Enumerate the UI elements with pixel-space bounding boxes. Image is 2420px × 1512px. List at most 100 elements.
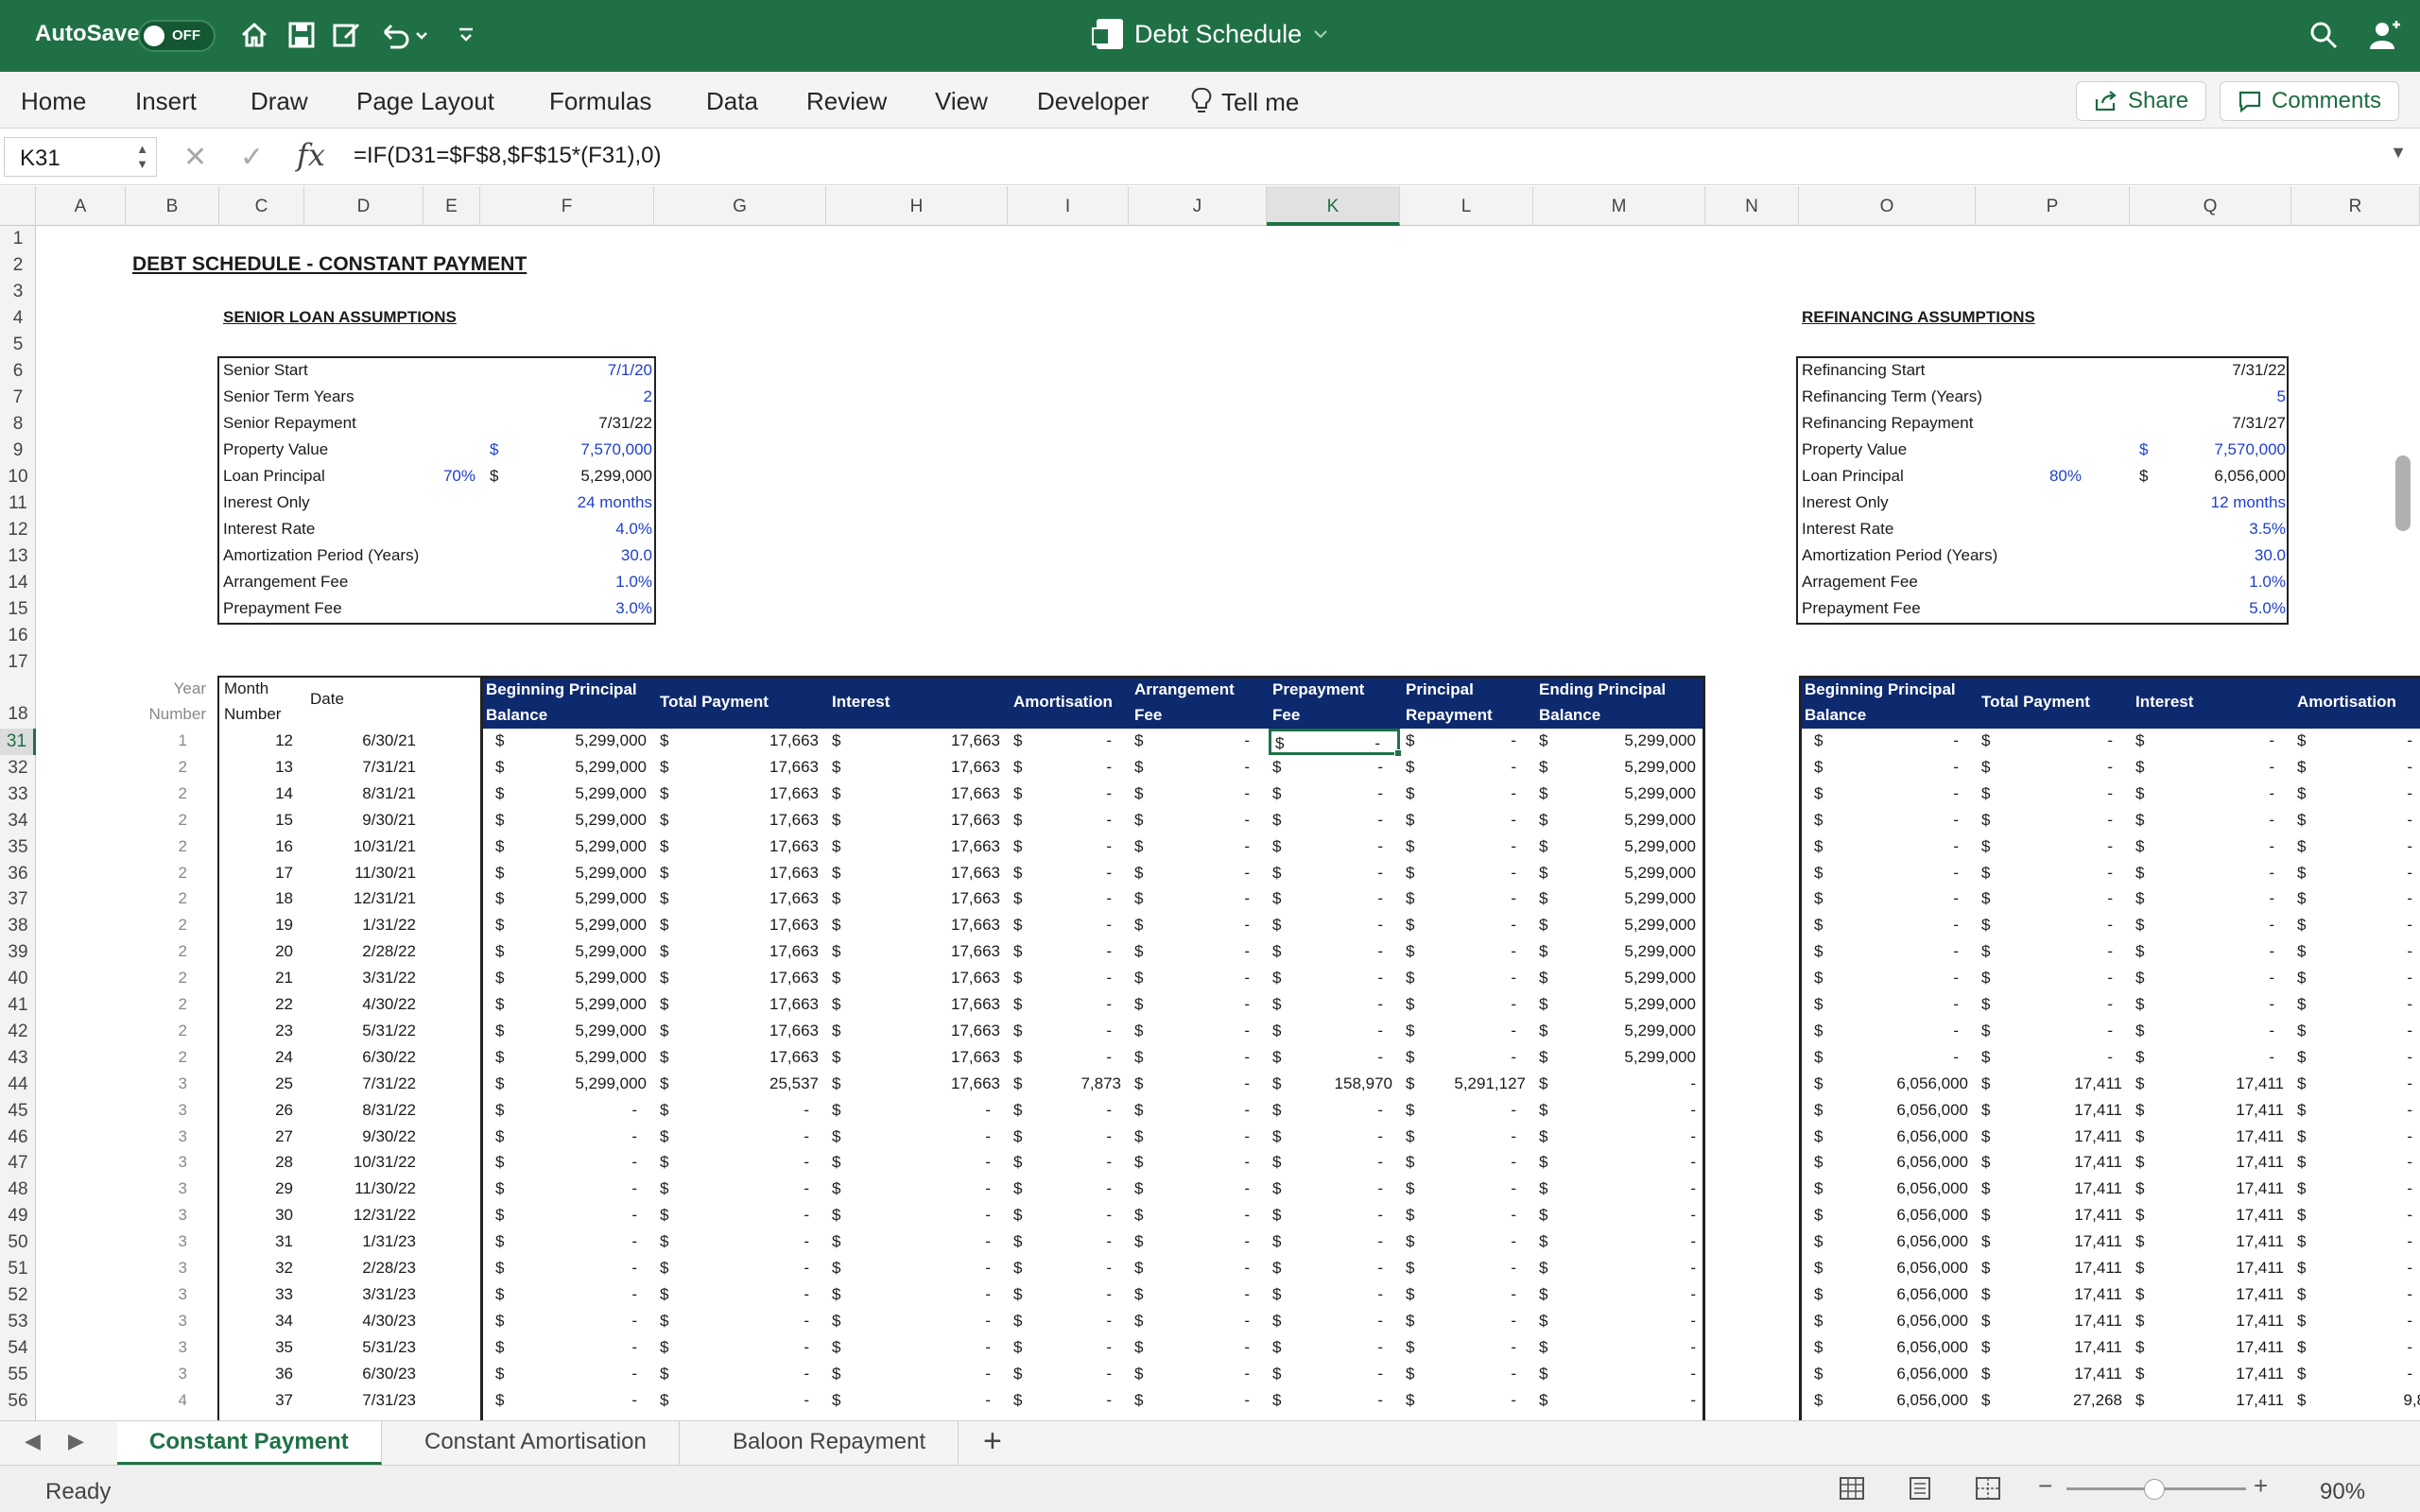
- tab-review[interactable]: Review: [806, 87, 887, 116]
- senior-cell-g[interactable]: $ -: [656, 1125, 826, 1151]
- refi-cell-q[interactable]: $ -: [2132, 992, 2291, 1019]
- row-header-15[interactable]: 15: [0, 596, 36, 623]
- year-cell[interactable]: 3: [126, 1335, 187, 1360]
- senior-cell-j[interactable]: $ -: [1131, 1125, 1267, 1151]
- senior-cell-f[interactable]: $5,299,000: [492, 861, 654, 887]
- senior-cell-l[interactable]: $ -: [1402, 1098, 1533, 1125]
- senior-cell-k[interactable]: $ -: [1269, 1203, 1400, 1229]
- insert-function-icon[interactable]: fx: [297, 137, 325, 173]
- date-cell[interactable]: 7/31/23: [304, 1388, 416, 1413]
- senior-cell-f[interactable]: $5,299,000: [492, 1045, 654, 1072]
- sheet-tab-constant-amortisation[interactable]: Constant Amortisation: [392, 1421, 680, 1465]
- sheet-tab-baloon-repayment[interactable]: Baloon Repayment: [700, 1421, 959, 1465]
- row-header-43[interactable]: 43: [0, 1045, 36, 1072]
- tell-me[interactable]: Tell me: [1191, 87, 1299, 117]
- save-icon[interactable]: [284, 17, 320, 53]
- month-cell[interactable]: 36: [219, 1362, 293, 1386]
- senior-cell-l[interactable]: $5,291,127: [1402, 1072, 1533, 1098]
- column-header-g[interactable]: G: [654, 186, 826, 226]
- row-header-51[interactable]: 51: [0, 1256, 36, 1282]
- senior-value[interactable]: 30.0: [501, 543, 652, 568]
- date-cell[interactable]: 6/30/22: [304, 1045, 416, 1070]
- refi-cell-q[interactable]: $17,411: [2132, 1282, 2291, 1309]
- edit-icon[interactable]: [329, 17, 365, 53]
- month-cell[interactable]: 23: [219, 1019, 293, 1043]
- name-box-stepper-icon[interactable]: ▲ ▼: [136, 142, 148, 172]
- row-header-11[interactable]: 11: [0, 490, 36, 517]
- month-cell[interactable]: 27: [219, 1125, 293, 1149]
- row-header-6[interactable]: 6: [0, 358, 36, 385]
- senior-cell-i[interactable]: $ -: [1010, 1203, 1129, 1229]
- refi-cell-r[interactable]: $ -: [2293, 1045, 2420, 1072]
- senior-cell-k[interactable]: $ -: [1269, 1229, 1400, 1256]
- senior-cell-m[interactable]: $5,299,000: [1535, 1019, 1705, 1045]
- refi-cell-r[interactable]: $ -: [2293, 808, 2420, 834]
- row-header-10[interactable]: 10: [0, 464, 36, 490]
- month-cell[interactable]: 37: [219, 1388, 293, 1413]
- refi-cell-q[interactable]: $ -: [2132, 755, 2291, 782]
- row-header-44[interactable]: 44: [0, 1072, 36, 1098]
- senior-cell-l[interactable]: $ -: [1402, 966, 1533, 992]
- zoom-in-icon[interactable]: +: [2254, 1471, 2268, 1501]
- senior-cell-g[interactable]: $17,663: [656, 966, 826, 992]
- senior-cell-k[interactable]: $158,970: [1269, 1072, 1400, 1098]
- month-cell[interactable]: 12: [219, 729, 293, 753]
- senior-cell-i[interactable]: $ -: [1010, 1229, 1129, 1256]
- senior-pct[interactable]: 70%: [419, 464, 475, 489]
- month-cell[interactable]: 28: [219, 1150, 293, 1175]
- autosave-toggle[interactable]: OFF: [138, 20, 216, 52]
- month-cell[interactable]: 14: [219, 782, 293, 806]
- senior-cell-h[interactable]: $17,663: [828, 808, 1008, 834]
- refi-cell-p[interactable]: $17,411: [1978, 1282, 2130, 1309]
- senior-cell-f[interactable]: $ -: [492, 1282, 654, 1309]
- refi-cell-q[interactable]: $17,411: [2132, 1072, 2291, 1098]
- date-cell[interactable]: 2/28/22: [304, 939, 416, 964]
- column-header-p[interactable]: P: [1976, 186, 2130, 226]
- senior-cell-i[interactable]: $ -: [1010, 1019, 1129, 1045]
- senior-cell-m[interactable]: $5,299,000: [1535, 1045, 1705, 1072]
- row-header-56[interactable]: 56: [0, 1388, 36, 1415]
- senior-cell-m[interactable]: $ -: [1535, 1256, 1705, 1282]
- senior-cell-l[interactable]: $ -: [1402, 1177, 1533, 1203]
- month-cell[interactable]: 19: [219, 913, 293, 937]
- refi-cell-o[interactable]: $ -: [1810, 1045, 1976, 1072]
- senior-cell-l[interactable]: $ -: [1402, 1256, 1533, 1282]
- date-cell[interactable]: 2/28/23: [304, 1256, 416, 1280]
- date-cell[interactable]: 12/31/21: [304, 886, 416, 911]
- senior-cell-g[interactable]: $ -: [656, 1362, 826, 1388]
- date-cell[interactable]: 5/31/22: [304, 1019, 416, 1043]
- senior-cell-m[interactable]: $ -: [1535, 1309, 1705, 1335]
- senior-cell-h[interactable]: $ -: [828, 1098, 1008, 1125]
- tab-view[interactable]: View: [935, 87, 988, 116]
- senior-cell-m[interactable]: $5,299,000: [1535, 729, 1705, 755]
- senior-cell-k[interactable]: $ -: [1269, 782, 1400, 808]
- column-header-e[interactable]: E: [424, 186, 480, 226]
- year-cell[interactable]: 2: [126, 755, 187, 780]
- row-header-34[interactable]: 34: [0, 808, 36, 834]
- senior-cell-k[interactable]: $ -: [1269, 1362, 1400, 1388]
- senior-cell-k[interactable]: $ -: [1269, 1388, 1400, 1415]
- refi-cell-o[interactable]: $6,056,000: [1810, 1125, 1976, 1151]
- senior-cell-j[interactable]: $ -: [1131, 1256, 1267, 1282]
- refi-cell-q[interactable]: $ -: [2132, 886, 2291, 913]
- senior-cell-i[interactable]: $ -: [1010, 1282, 1129, 1309]
- senior-cell-i[interactable]: $ -: [1010, 1256, 1129, 1282]
- date-cell[interactable]: 3/31/22: [304, 966, 416, 990]
- month-cell[interactable]: 34: [219, 1309, 293, 1333]
- tab-page-layout[interactable]: Page Layout: [356, 87, 494, 116]
- senior-cell-f[interactable]: $ -: [492, 1150, 654, 1177]
- row-header-1[interactable]: 1: [0, 226, 36, 252]
- senior-cell-k[interactable]: $ -: [1269, 913, 1400, 939]
- senior-cell-j[interactable]: $ -: [1131, 966, 1267, 992]
- date-cell[interactable]: 1/31/23: [304, 1229, 416, 1254]
- month-cell[interactable]: 21: [219, 966, 293, 990]
- senior-cell-m[interactable]: $5,299,000: [1535, 755, 1705, 782]
- row-header-50[interactable]: 50: [0, 1229, 36, 1256]
- refi-cell-r[interactable]: $ -: [2293, 861, 2420, 887]
- refi-cell-o[interactable]: $ -: [1810, 992, 1976, 1019]
- senior-cell-g[interactable]: $ -: [656, 1335, 826, 1362]
- senior-cell-f[interactable]: $5,299,000: [492, 913, 654, 939]
- senior-cell-h[interactable]: $17,663: [828, 913, 1008, 939]
- month-cell[interactable]: 35: [219, 1335, 293, 1360]
- year-cell[interactable]: 3: [126, 1072, 187, 1096]
